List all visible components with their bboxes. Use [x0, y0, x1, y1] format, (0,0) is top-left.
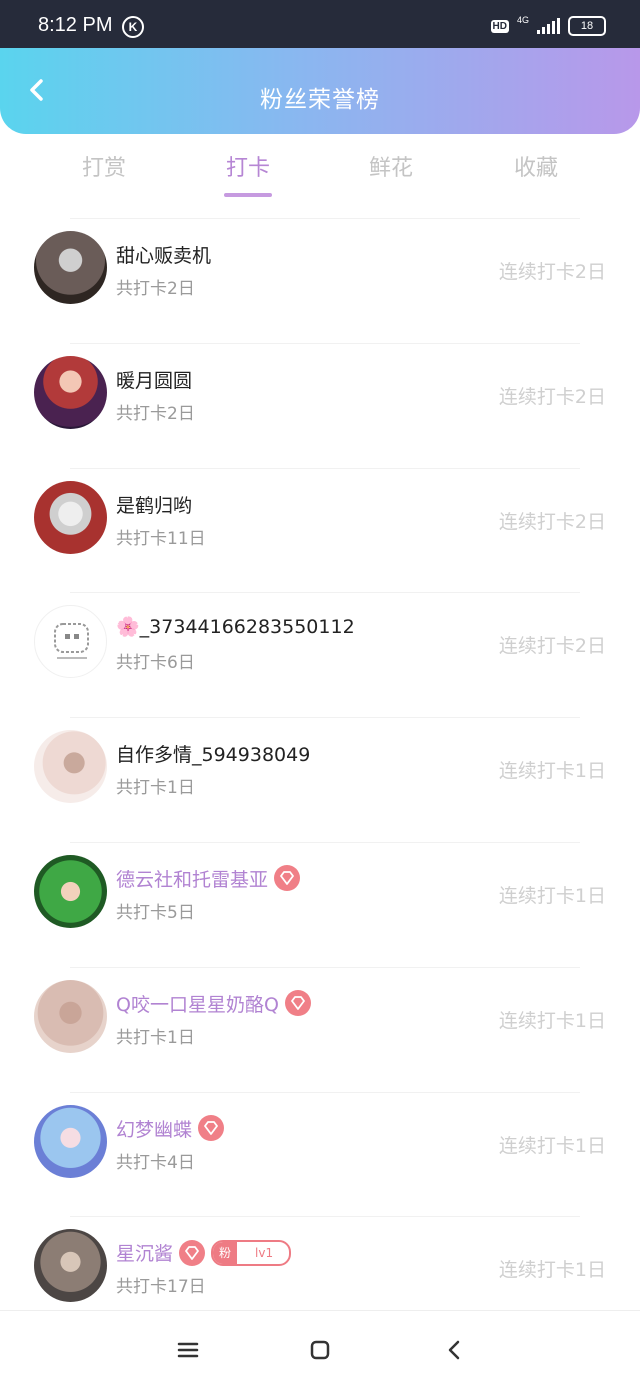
avatar[interactable]: [34, 605, 107, 679]
user-name: 幻梦幽蝶: [116, 1118, 193, 1141]
tab-flowers[interactable]: 鲜花: [331, 150, 451, 182]
streak-days: 连续打卡2日: [498, 635, 606, 658]
streak-days: 连续打卡2日: [498, 385, 606, 408]
avatar[interactable]: [34, 854, 107, 928]
fan-badge-level: lv1: [255, 1245, 274, 1260]
avatar[interactable]: [34, 1104, 107, 1178]
total-checkin-days: 共打卡1日: [116, 778, 195, 799]
fan-badge-label: 粉: [213, 1241, 238, 1264]
active-tab-indicator: [224, 193, 272, 197]
streak-days: 连续打卡1日: [498, 1134, 606, 1157]
streak-days: 连续打卡2日: [498, 261, 606, 283]
tab-reward[interactable]: 打赏: [44, 150, 164, 182]
home-button[interactable]: [302, 1335, 338, 1365]
k-app-icon: K: [122, 16, 144, 38]
status-bar: 8:12 PM K HD 4G 18: [0, 0, 640, 48]
avatar[interactable]: [34, 355, 107, 429]
diamond-icon: [274, 865, 301, 892]
user-name: 自作多情_594938049: [116, 744, 311, 767]
total-checkin-days: 共打卡17日: [116, 1277, 206, 1298]
streak-days: 连续打卡1日: [498, 1259, 606, 1282]
avatar[interactable]: [34, 231, 107, 304]
system-nav-bar: [0, 1310, 640, 1388]
list-item[interactable]: 幻梦幽蝶 共打卡4日 连续打卡1日: [34, 1091, 606, 1217]
battery-icon: 18: [568, 16, 606, 36]
total-checkin-days: 共打卡1日: [116, 1027, 195, 1048]
total-checkin-days: 共打卡11日: [116, 528, 206, 549]
diamond-icon: [179, 1239, 206, 1266]
diamond-icon: [198, 1115, 225, 1142]
user-name: 是鹤归哟: [116, 494, 193, 517]
streak-days: 连续打卡1日: [498, 760, 606, 783]
user-name: 德云社和托雷基亚: [116, 868, 269, 891]
streak-days: 连续打卡1日: [498, 1009, 606, 1032]
hd-icon: HD: [490, 19, 509, 33]
user-name: 🌸_37344166283550112: [116, 616, 355, 639]
back-nav-button[interactable]: [436, 1335, 472, 1365]
total-checkin-days: 共打卡5日: [116, 902, 195, 923]
menu-icon: [177, 1342, 199, 1358]
user-name: Q咬一口星星奶酪Q: [116, 993, 279, 1016]
back-icon: [448, 1340, 460, 1360]
tab-checkin[interactable]: 打卡: [188, 150, 308, 182]
list-item[interactable]: 是鹤归哟 共打卡11日 连续打卡2日: [34, 467, 606, 593]
page-title: 粉丝荣誉榜: [260, 87, 380, 113]
list-item[interactable]: 德云社和托雷基亚 共打卡5日 连续打卡1日: [34, 841, 606, 967]
fan-level-badge: 粉 lv1: [211, 1239, 292, 1266]
status-indicators: HD 4G 18: [490, 15, 606, 36]
header: 粉丝荣誉榜: [0, 48, 640, 134]
network-type: 4G: [516, 15, 529, 25]
status-time: 8:12 PM: [38, 14, 113, 36]
avatar[interactable]: [34, 480, 107, 554]
fan-list: 甜心贩卖机 共打卡2日 连续打卡2日 暖月圆圆 共打卡2日 连续打卡2日 是鹤归…: [0, 218, 640, 1341]
signal-icon: [537, 18, 560, 34]
tab-favorites[interactable]: 收藏: [476, 150, 596, 182]
total-checkin-days: 共打卡2日: [116, 279, 195, 299]
list-item[interactable]: 🌸_37344166283550112 共打卡6日 连续打卡2日: [34, 592, 606, 717]
menu-button[interactable]: [170, 1335, 206, 1365]
total-checkin-days: 共打卡2日: [116, 403, 195, 424]
total-checkin-days: 共打卡6日: [116, 653, 195, 674]
user-name: 星沉酱: [116, 1243, 174, 1266]
list-item[interactable]: 甜心贩卖机 共打卡2日 连续打卡2日: [34, 218, 606, 343]
square-icon: [310, 1340, 330, 1360]
list-item[interactable]: Q咬一口星星奶酪Q 共打卡1日 连续打卡1日: [34, 966, 606, 1092]
streak-days: 连续打卡1日: [498, 884, 606, 907]
cartoon-avatar-icon: [54, 623, 89, 660]
list-item[interactable]: 自作多情_594938049 共打卡1日 连续打卡1日: [34, 717, 606, 842]
list-item[interactable]: 暖月圆圆 共打卡2日 连续打卡2日: [34, 342, 606, 468]
user-name: 甜心贩卖机: [116, 245, 212, 267]
avatar[interactable]: [34, 1229, 107, 1303]
total-checkin-days: 共打卡4日: [116, 1152, 195, 1173]
streak-days: 连续打卡2日: [498, 510, 606, 533]
avatar[interactable]: [34, 979, 107, 1053]
user-name: 暖月圆圆: [116, 369, 193, 392]
tab-bar: 打赏 打卡 鲜花 收藏: [0, 140, 640, 202]
diamond-icon: [284, 990, 311, 1017]
avatar[interactable]: [34, 730, 107, 804]
